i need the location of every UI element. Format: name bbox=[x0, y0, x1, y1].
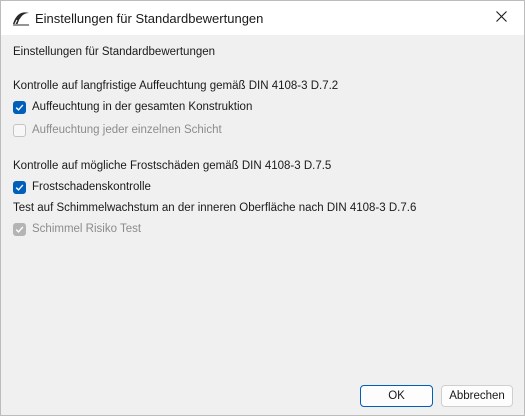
dialog-content: Einstellungen für Standardbewertungen Ko… bbox=[1, 35, 524, 415]
dialog-heading: Einstellungen für Standardbewertungen bbox=[13, 46, 216, 58]
cancel-button[interactable]: Abbrechen bbox=[441, 385, 513, 407]
close-icon bbox=[495, 9, 507, 27]
checkbox-each-layer bbox=[13, 123, 26, 137]
window-title: Einstellungen für Standardbewertungen bbox=[35, 11, 264, 26]
title-bar[interactable]: Einstellungen für Standardbewertungen bbox=[1, 1, 524, 35]
checkbox-label-total-construction: Auffeuchtung in der gesamten Konstruktio… bbox=[32, 101, 253, 113]
checkbox-label-each-layer: Auffeuchtung jeder einzelnen Schicht bbox=[32, 124, 222, 136]
long-term-moisture-label: Kontrolle auf langfristige Auffeuchtung … bbox=[13, 80, 339, 92]
checkmark-icon bbox=[15, 183, 24, 191]
checkmark-icon bbox=[15, 225, 24, 233]
checkbox-label-frost-control: Frostschadenskontrolle bbox=[32, 181, 151, 193]
close-button[interactable] bbox=[478, 1, 524, 35]
dialog-window: Einstellungen für Standardbewertungen Ei… bbox=[0, 0, 525, 416]
wufi-logo-icon bbox=[12, 10, 30, 26]
checkbox-row-total-construction[interactable]: Auffeuchtung in der gesamten Konstruktio… bbox=[13, 99, 252, 115]
checkmark-icon bbox=[15, 103, 24, 111]
frost-damage-label: Kontrolle auf mögliche Frostschäden gemä… bbox=[13, 160, 332, 172]
checkbox-mold-risk bbox=[13, 222, 26, 236]
mold-test-label: Test auf Schimmelwachstum an der inneren… bbox=[13, 202, 417, 214]
ok-button[interactable]: OK bbox=[360, 385, 433, 407]
checkbox-total-construction[interactable] bbox=[13, 100, 26, 114]
checkbox-label-mold-risk: Schimmel Risiko Test bbox=[32, 223, 142, 235]
checkbox-row-mold-risk: Schimmel Risiko Test bbox=[13, 221, 141, 237]
checkbox-frost-control[interactable] bbox=[13, 180, 26, 194]
checkbox-row-each-layer: Auffeuchtung jeder einzelnen Schicht bbox=[13, 122, 222, 138]
checkbox-row-frost-control[interactable]: Frostschadenskontrolle bbox=[13, 179, 151, 195]
